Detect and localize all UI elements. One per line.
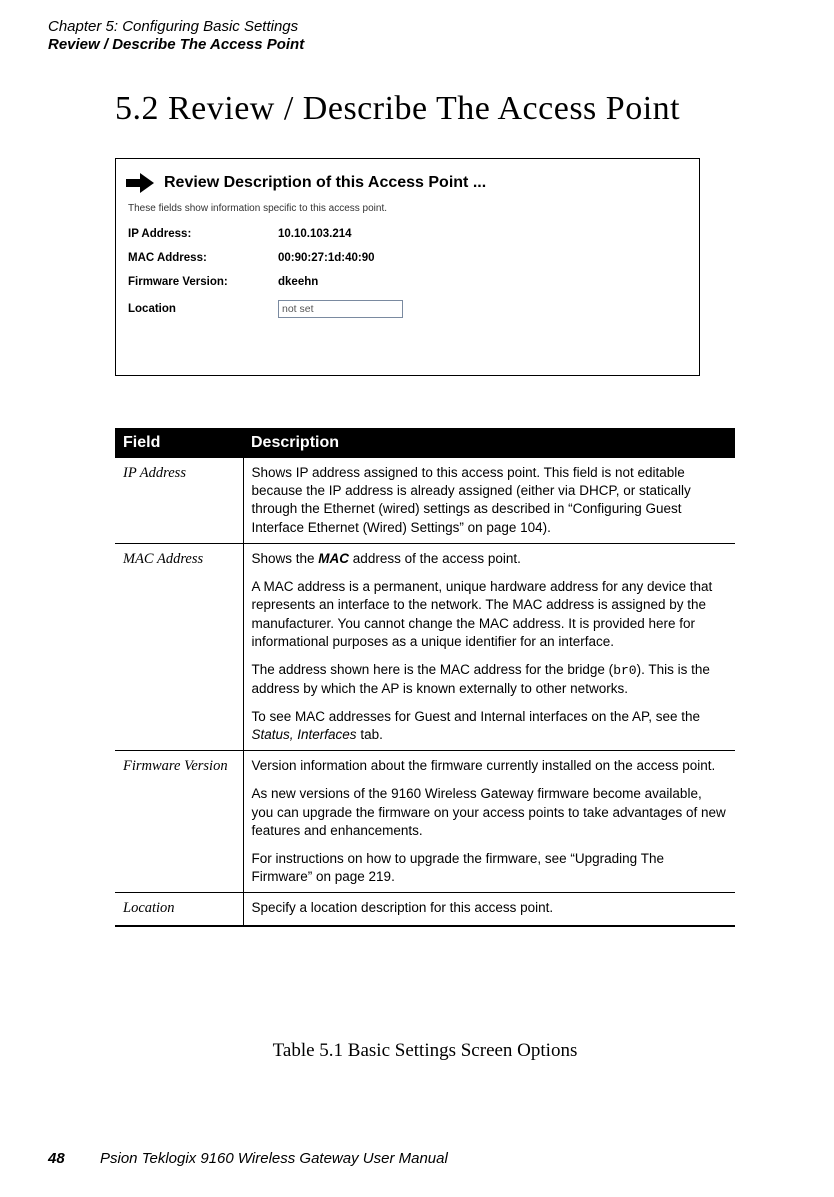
th-description: Description [243, 428, 735, 458]
ip-label: IP Address: [128, 228, 278, 240]
desc-cell-mac: Shows the MAC address of the access poin… [243, 543, 735, 750]
field-cell-ip: IP Address [115, 458, 243, 543]
desc-cell-fw: Version information about the firmware c… [243, 751, 735, 893]
mac-label: MAC Address: [128, 252, 278, 264]
desc-cell-ip: Shows IP address assigned to this access… [243, 458, 735, 543]
settings-table: Field Description IP Address Shows IP ad… [115, 428, 735, 927]
arrow-right-icon [126, 171, 154, 195]
ip-row: IP Address: 10.10.103.214 [128, 228, 689, 240]
ip-value: 10.10.103.214 [278, 228, 352, 240]
th-field: Field [115, 428, 243, 458]
screenshot-subtitle: These fields show information specific t… [128, 203, 689, 214]
screenshot-fields: IP Address: 10.10.103.214 MAC Address: 0… [128, 228, 689, 318]
header-chapter: Chapter 5: Configuring Basic Settings [48, 18, 298, 35]
table-row: IP Address Shows IP address assigned to … [115, 458, 735, 543]
field-cell-mac: MAC Address [115, 543, 243, 750]
fw-row: Firmware Version: dkeehn [128, 276, 689, 288]
table-row: Location Specify a location description … [115, 893, 735, 926]
footer-page-number: 48 [48, 1150, 65, 1167]
mac-value: 00:90:27:1d:40:90 [278, 252, 375, 264]
header-section-title: Review / Describe The Access Point [48, 36, 304, 53]
location-row: Location [128, 300, 689, 318]
location-label: Location [128, 303, 278, 315]
fw-value: dkeehn [278, 276, 318, 288]
screenshot-title: Review Description of this Access Point … [164, 174, 486, 192]
field-cell-loc: Location [115, 893, 243, 926]
table-caption: Table 5.1 Basic Settings Screen Options [115, 1040, 735, 1062]
table-row: Firmware Version Version information abo… [115, 751, 735, 893]
desc-cell-loc: Specify a location description for this … [243, 893, 735, 926]
footer-manual-title: Psion Teklogix 9160 Wireless Gateway Use… [100, 1150, 448, 1167]
field-cell-fw: Firmware Version [115, 751, 243, 893]
section-heading: 5.2 Review / Describe The Access Point [115, 90, 680, 128]
screenshot-title-row: Review Description of this Access Point … [126, 171, 689, 195]
mac-row: MAC Address: 00:90:27:1d:40:90 [128, 252, 689, 264]
table-header-row: Field Description [115, 428, 735, 458]
location-input[interactable] [278, 300, 403, 318]
table-row: MAC Address Shows the MAC address of the… [115, 543, 735, 750]
fw-label: Firmware Version: [128, 276, 278, 288]
screenshot-panel: Review Description of this Access Point … [115, 158, 700, 376]
